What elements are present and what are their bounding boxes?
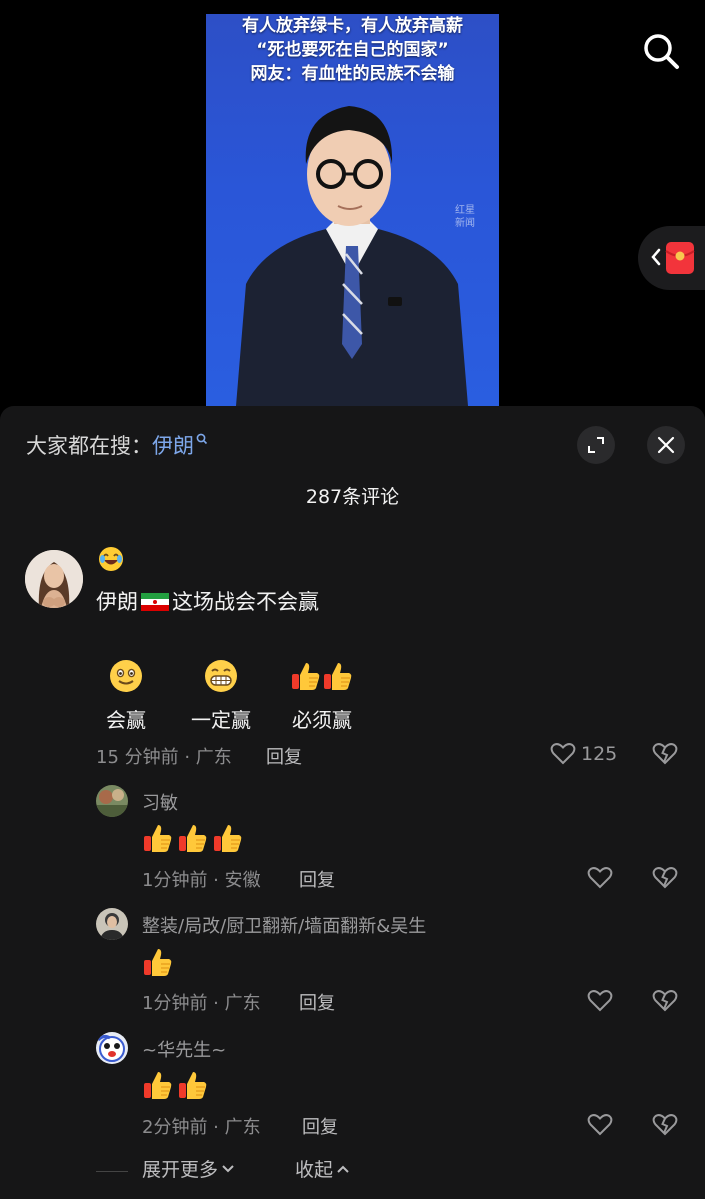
video-watermark: 红星 新闻	[452, 204, 478, 230]
hot-search-bar[interactable]: 大家都在搜：伊朗	[26, 430, 208, 460]
avatar[interactable]	[96, 908, 128, 940]
comment-text: 伊朗 这场战会不会赢	[96, 586, 319, 616]
hot-search-prefix: 大家都在搜：	[26, 434, 152, 458]
search-icon	[196, 433, 208, 445]
like-count: 125	[581, 743, 618, 765]
like-heart-icon[interactable]	[550, 742, 576, 766]
reply-meta: 1分钟前 · 安徽	[142, 870, 261, 891]
user-avatar-image	[96, 1032, 128, 1064]
dislike-broken-heart-icon[interactable]	[652, 742, 678, 766]
reply-meta: 2分钟前 · 广东	[142, 1117, 261, 1138]
close-icon	[657, 436, 675, 454]
thumbs-up-icon	[324, 663, 352, 690]
reply-button[interactable]: 回复	[266, 743, 302, 769]
reply-meta: 1分钟前 · 广东	[142, 993, 261, 1014]
dislike-broken-heart-icon[interactable]	[652, 989, 678, 1013]
collapse-label: 收起	[295, 1159, 334, 1181]
caption-line-2: “死也要死在自己的国家”	[256, 40, 449, 60]
sheet-header: 大家都在搜：伊朗	[0, 406, 705, 486]
chevron-down-icon	[222, 1165, 234, 1173]
reply-username[interactable]: 习敏	[142, 789, 178, 815]
hot-search-keyword[interactable]: 伊朗	[152, 434, 194, 458]
laughing-emoji-icon	[99, 547, 123, 571]
user-avatar-image	[25, 550, 83, 608]
comment-text-part: 这场战会不会赢	[172, 590, 319, 614]
expand-more-replies-button[interactable]: 展开更多	[142, 1155, 235, 1182]
poll-option-3[interactable]: 必须赢	[282, 658, 362, 733]
expand-more-label: 展开更多	[142, 1159, 219, 1181]
avatar[interactable]	[96, 785, 128, 817]
poll-option-2[interactable]: 一定赢	[182, 658, 260, 733]
thumbs-up-icon	[179, 1072, 207, 1099]
comment-meta: 15 分钟前 · 广东	[96, 747, 232, 768]
like-heart-icon[interactable]	[587, 866, 613, 890]
thumbs-up-icon	[144, 949, 172, 976]
search-button[interactable]	[640, 30, 682, 72]
caption-line-1: 有人放弃绿卡，有人放弃高薪	[242, 16, 463, 36]
reply-content	[142, 822, 244, 854]
dislike-broken-heart-icon[interactable]	[652, 866, 678, 890]
reply-content	[142, 946, 174, 978]
grinning-emoji-icon	[205, 660, 237, 692]
chevron-up-icon	[337, 1165, 349, 1173]
comment-text-part: 伊朗	[96, 590, 138, 614]
expand-icon	[588, 437, 604, 453]
like-heart-icon[interactable]	[587, 989, 613, 1013]
red-envelope-icon	[665, 242, 695, 274]
divider	[96, 1171, 128, 1172]
dislike-broken-heart-icon[interactable]	[652, 1113, 678, 1137]
reply-button[interactable]: 回复	[299, 866, 335, 892]
poll-option-1[interactable]: 会赢	[93, 658, 159, 733]
thumbs-up-icon	[292, 663, 320, 690]
reply-content	[142, 1069, 209, 1101]
caption-line-3: 网友：有血性的民族不会输	[250, 64, 455, 84]
like-heart-icon[interactable]	[587, 1113, 613, 1137]
thumbs-up-icon	[144, 825, 172, 852]
video-player[interactable]: 红星 新闻 有人放弃绿卡，有人放弃高薪 “死也要死在自己的国家” 网友：有血性的…	[0, 0, 705, 420]
reply-username[interactable]: ~华先生~	[142, 1036, 226, 1062]
thumbs-up-icon	[214, 825, 242, 852]
smiling-emoji-icon	[110, 660, 142, 692]
red-packet-button[interactable]	[638, 226, 705, 290]
poll-option-label: 一定赢	[191, 708, 251, 732]
thumbs-up-icon	[179, 825, 207, 852]
video-caption: 有人放弃绿卡，有人放弃高薪 “死也要死在自己的国家” 网友：有血性的民族不会输	[206, 14, 499, 86]
reply-button[interactable]: 回复	[302, 1113, 338, 1139]
expand-button[interactable]	[577, 426, 615, 464]
poll-option-label: 会赢	[106, 708, 146, 732]
watermark-line: 新闻	[455, 218, 475, 229]
video-frame[interactable]: 红星 新闻 有人放弃绿卡，有人放弃高薪 “死也要死在自己的国家” 网友：有血性的…	[206, 14, 499, 406]
avatar[interactable]	[25, 550, 83, 608]
avatar[interactable]	[96, 1032, 128, 1064]
user-avatar-image	[96, 785, 128, 817]
user-avatar-image	[96, 908, 128, 940]
collapse-replies-button[interactable]: 收起	[295, 1155, 350, 1182]
comment-count: 287条评论	[305, 486, 400, 508]
reply-username[interactable]: 整装/局改/厨卫翻新/墙面翻新&吴生	[142, 912, 426, 938]
search-icon	[644, 34, 679, 69]
poll-option-label: 必须赢	[292, 708, 352, 732]
chevron-left-icon	[651, 248, 661, 266]
comment-sheet: 大家都在搜：伊朗 287条评论 伊朗 这场战会不会赢 会赢 一定赢 必须赢 15…	[0, 406, 705, 1199]
close-button[interactable]	[647, 426, 685, 464]
watermark-line: 红星	[455, 205, 475, 216]
reply-button[interactable]: 回复	[299, 989, 335, 1015]
iran-flag-icon	[141, 593, 169, 611]
thumbs-up-icon	[144, 1072, 172, 1099]
